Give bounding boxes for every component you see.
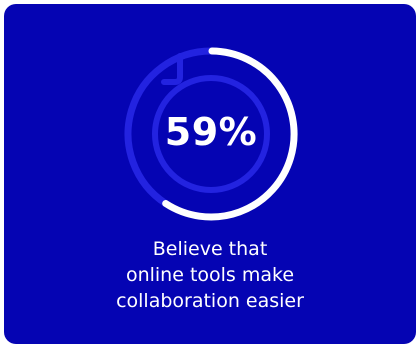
stat-caption-line: online tools make xyxy=(125,264,295,286)
stat-percentage: 59% xyxy=(164,110,258,154)
stat-caption-line: Believe that xyxy=(152,238,268,260)
stat-card: 59% Believe that online tools make colla… xyxy=(4,4,416,344)
stat-caption-line: collaboration easier xyxy=(116,290,304,312)
stat-caption: Believe that online tools make collabora… xyxy=(44,236,376,314)
